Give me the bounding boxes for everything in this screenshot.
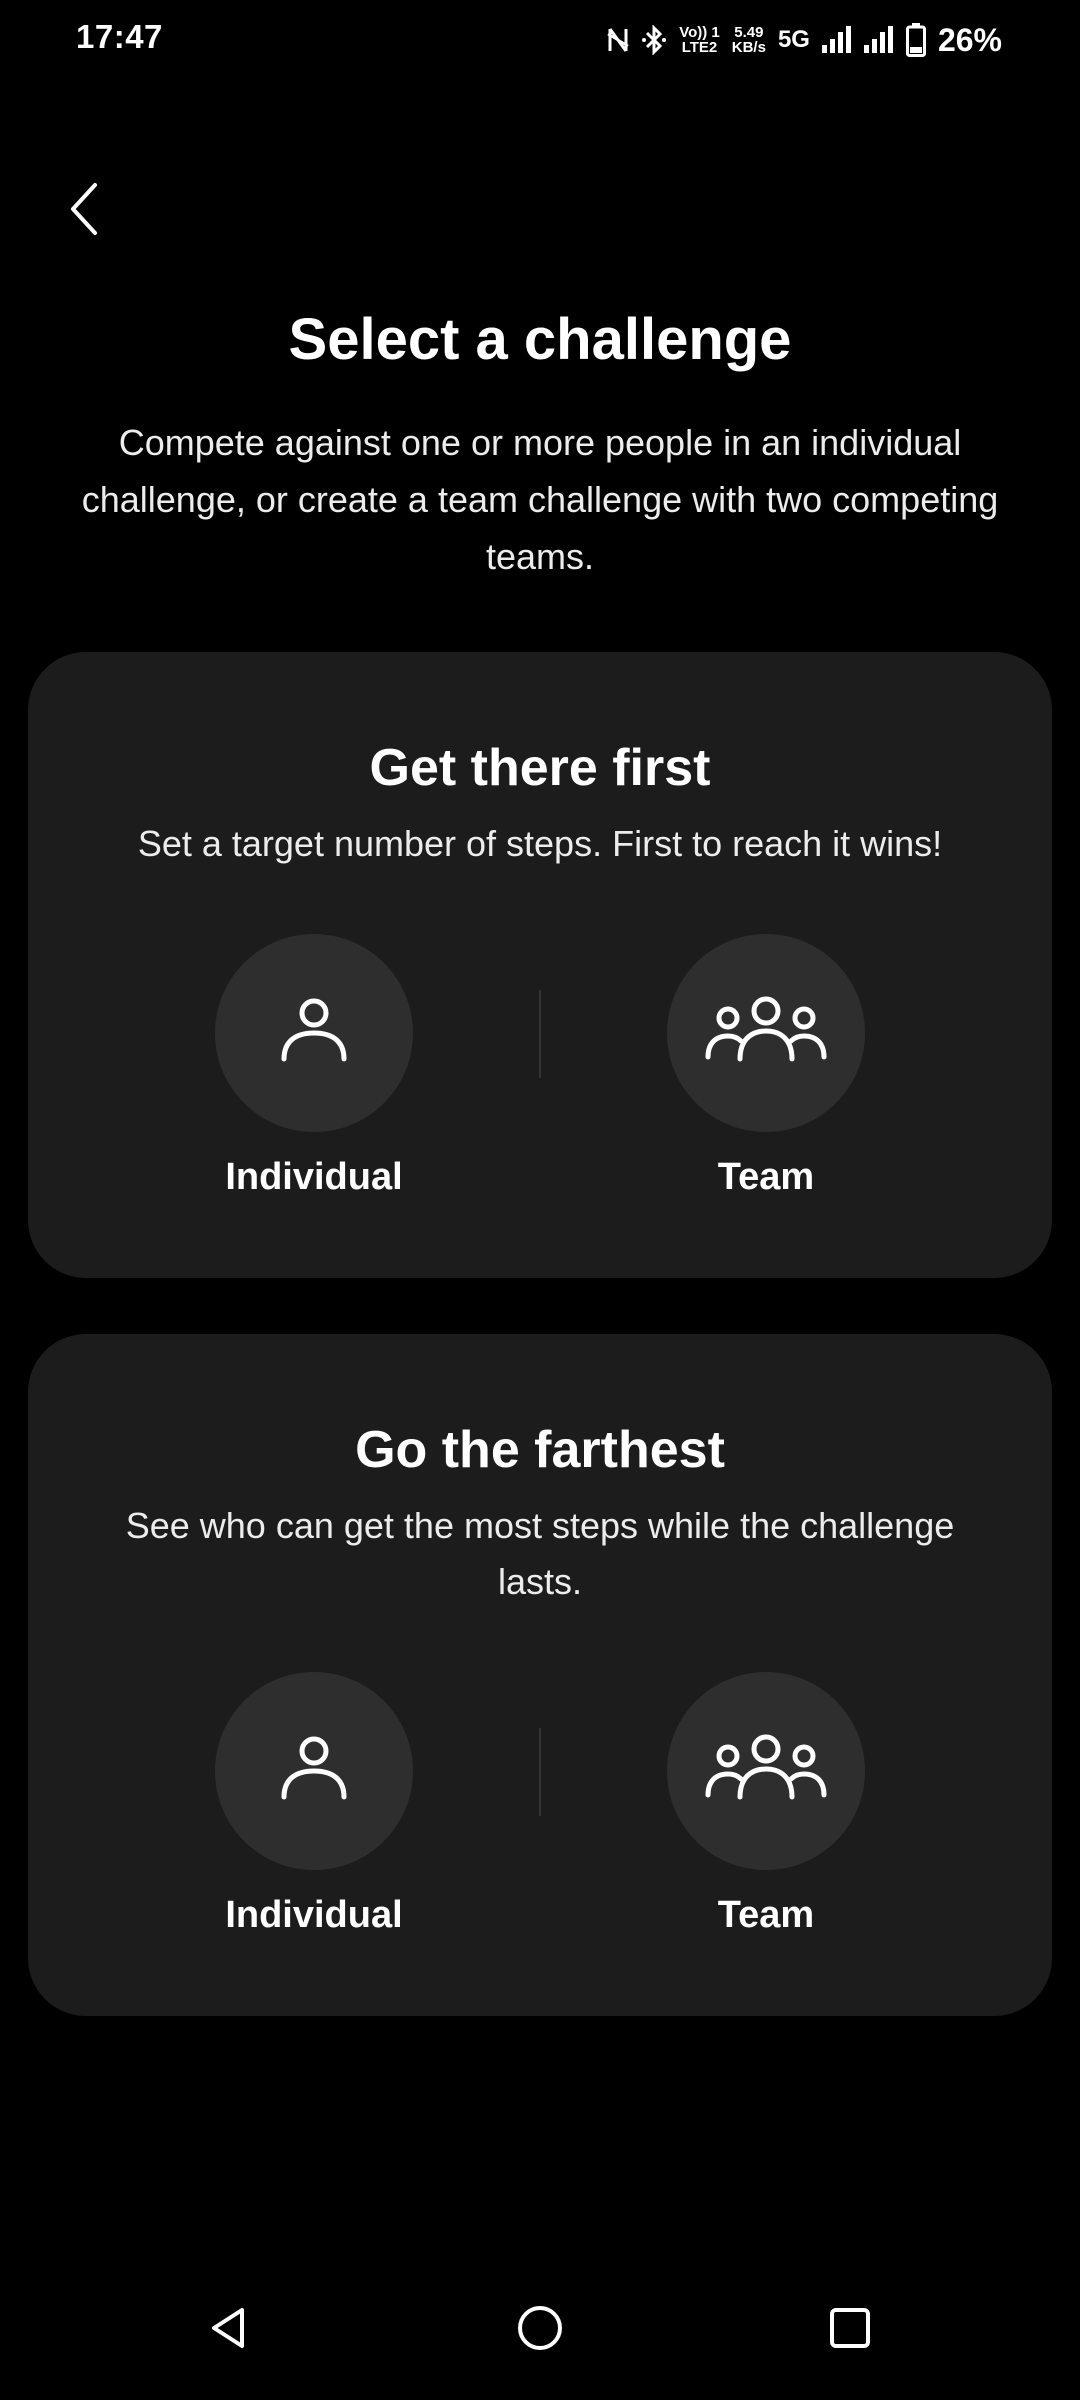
challenge-card-get-there-first: Get there first Set a target number of s…: [28, 652, 1052, 1278]
option-label: Team: [717, 1894, 815, 1936]
chevron-left-icon: [67, 181, 101, 242]
circle-home-icon: [515, 2303, 565, 2358]
group-icon: [704, 1729, 828, 1814]
group-icon: [704, 991, 828, 1076]
network-type: 5G: [777, 26, 810, 53]
page-title: Select a challenge: [288, 307, 792, 372]
person-icon: [274, 1729, 354, 1814]
challenge-card-go-the-farthest: Go the farthest See who can get the most…: [28, 1334, 1052, 2016]
nav-recents-button[interactable]: [810, 2290, 890, 2370]
square-recents-icon: [826, 2304, 874, 2357]
card-description: Set a target number of steps. First to r…: [137, 823, 943, 864]
status-icons: Vo)) 1 LTE2 5.49 KB/s 5G 26%: [607, 16, 1002, 64]
back-button[interactable]: [56, 176, 112, 246]
person-icon: [274, 991, 354, 1076]
signal-icon-sim1: [821, 25, 852, 55]
team-option-button[interactable]: Team: [616, 1672, 916, 1937]
nav-home-button[interactable]: [500, 2290, 580, 2370]
bluetooth-icon: [641, 25, 667, 55]
page-description: Compete against one or more people in an…: [81, 422, 999, 577]
option-circle[interactable]: [667, 934, 865, 1132]
option-circle[interactable]: [215, 1672, 413, 1870]
option-circle[interactable]: [667, 1672, 865, 1870]
divider: [539, 1728, 541, 1816]
option-label: Individual: [225, 1156, 403, 1198]
divider: [539, 990, 541, 1078]
status-bar: 17:47 Vo)) 1 LTE2 5.49 KB/s 5G 26%: [0, 0, 1080, 80]
card-title: Go the farthest: [355, 1421, 725, 1479]
battery-icon: [905, 23, 926, 57]
navigation-bar: [0, 2260, 1080, 2400]
team-option-button[interactable]: Team: [616, 934, 916, 1199]
network-speed: 5.49 KB/s: [731, 24, 766, 56]
battery-percent: 26%: [937, 21, 1002, 58]
volte-indicator: Vo)) 1 LTE2: [679, 24, 720, 56]
individual-option-button[interactable]: Individual: [164, 934, 464, 1199]
option-label: Team: [717, 1156, 815, 1198]
card-title: Get there first: [369, 739, 711, 797]
signal-icon-sim2: [863, 25, 894, 55]
option-label: Individual: [225, 1894, 403, 1936]
nfc-icon: [607, 26, 629, 54]
individual-option-button[interactable]: Individual: [164, 1672, 464, 1937]
card-description: See who can get the most steps while the…: [125, 1505, 955, 1602]
option-circle[interactable]: [215, 934, 413, 1132]
triangle-back-icon: [204, 2304, 252, 2357]
status-time: 17:47: [76, 18, 163, 55]
nav-back-button[interactable]: [188, 2290, 268, 2370]
